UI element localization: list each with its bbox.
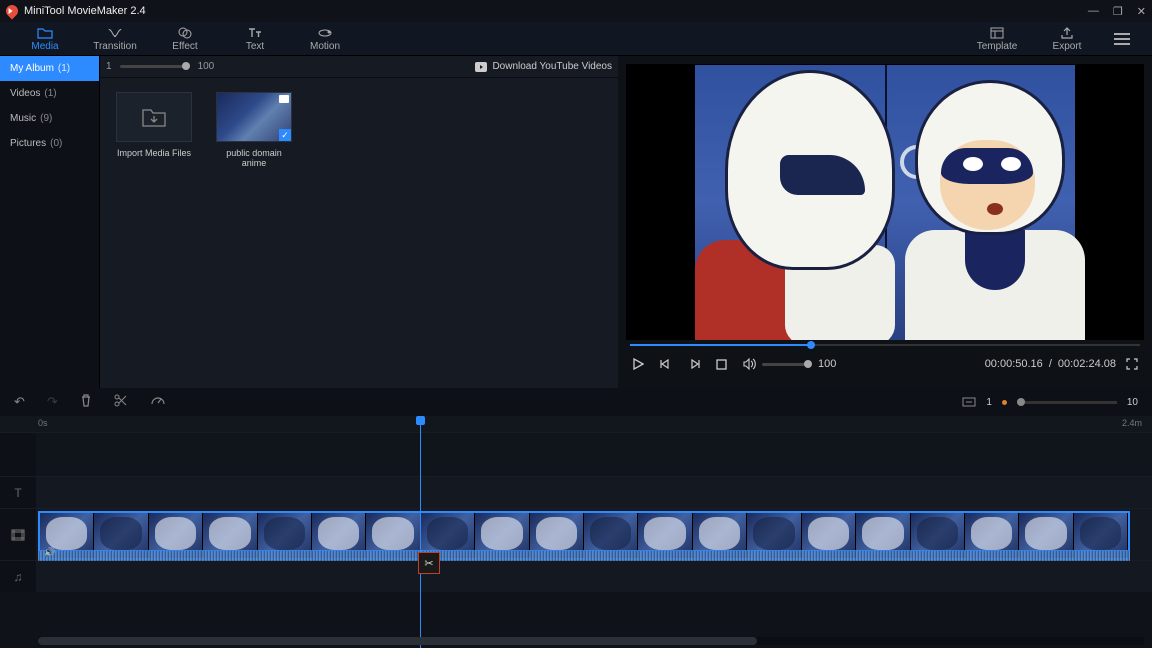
titlebar: MiniTool MovieMaker 2.4 — ❐ ✕ [0,0,1152,22]
minimize-button[interactable]: — [1088,5,1099,18]
preview-canvas [626,64,1144,340]
download-youtube-button[interactable]: Download YouTube Videos [475,61,612,72]
preview-panel: 100 00:00:50.16 / 00:02:24.08 [618,56,1152,388]
transition-icon [107,26,123,40]
sidebar-item-label: Pictures [10,138,46,149]
media-clip-label: public domain anime [214,148,294,168]
motion-icon [317,26,333,40]
tab-transition[interactable]: Transition [80,22,150,55]
media-panel: 1 100 Download YouTube Videos Import Med… [100,56,618,388]
timeline-zoom-max: 10 [1127,397,1138,408]
tab-text[interactable]: Text [220,22,290,55]
export-icon [1059,26,1075,40]
timeline-zoom-min: 1 [986,397,992,408]
timeline-toolbar: ↶ ↷ 1 10 [0,388,1152,416]
preview-scrubber[interactable] [626,342,1144,348]
playhead[interactable] [420,416,421,648]
sidebar-item-count: (1) [44,88,56,99]
split-marker[interactable]: ✂ [418,552,440,574]
volume-icon[interactable] [743,358,756,370]
timecode-sep: / [1049,358,1052,370]
tab-export-label: Export [1053,41,1082,52]
video-track-icon [0,509,36,560]
fullscreen-button[interactable] [1126,358,1138,370]
play-button[interactable] [632,358,644,370]
audio-track[interactable]: ♫ [0,560,1152,592]
ruler-start: 0s [38,418,48,428]
tab-effect-label: Effect [172,41,197,52]
timeline: 0s 2.4m T 🔊 ♫ ✂ [0,416,1152,648]
text-icon [247,26,263,40]
tab-motion[interactable]: Motion [290,22,360,55]
tab-transition-label: Transition [93,41,137,52]
tab-motion-label: Motion [310,41,340,52]
sidebar-item-videos[interactable]: Videos (1) [0,81,99,106]
timeline-zoom-slider[interactable] [1017,401,1117,404]
thumb-zoom-max: 100 [198,61,215,72]
maximize-button[interactable]: ❐ [1113,5,1123,18]
import-media-button[interactable]: Import Media Files [114,92,194,168]
tab-template[interactable]: Template [962,22,1032,55]
timecode-total: 00:02:24.08 [1058,358,1116,370]
tab-effect[interactable]: Effect [150,22,220,55]
time-ruler[interactable]: 0s 2.4m [0,416,1152,432]
speed-button[interactable] [150,394,166,410]
clip-volume-icon[interactable]: 🔊 [44,547,55,558]
sidebar-item-count: (0) [50,138,62,149]
import-media-label: Import Media Files [117,148,191,158]
effect-icon [177,26,193,40]
tab-media-label: Media [31,41,58,52]
split-button[interactable] [114,394,128,410]
thumb-zoom-min: 1 [106,61,112,72]
sidebar-item-pictures[interactable]: Pictures (0) [0,131,99,156]
undo-button[interactable]: ↶ [14,394,25,410]
prev-frame-button[interactable] [660,358,672,370]
volume-value: 100 [818,358,836,370]
ruler-end: 2.4m [1122,418,1142,428]
preview-frame-image [695,65,1075,340]
volume-slider[interactable] [762,363,812,366]
menu-button[interactable] [1102,22,1142,55]
main-toolbar: Media Transition Effect Text Motion Temp… [0,22,1152,56]
tab-template-label: Template [977,41,1018,52]
sidebar-item-label: Videos [10,88,40,99]
tab-export[interactable]: Export [1032,22,1102,55]
media-clip-item[interactable]: ✓ public domain anime [214,92,294,168]
import-folder-icon [141,106,167,128]
thumb-zoom-slider[interactable] [120,65,190,68]
next-frame-button[interactable] [688,358,700,370]
tab-media[interactable]: Media [10,22,80,55]
app-logo-icon [4,3,21,20]
sidebar-item-my-album[interactable]: My Album (1) [0,56,99,81]
hamburger-icon [1114,38,1130,40]
track-spacer [0,432,1152,476]
timeline-scrollbar[interactable] [38,637,1144,645]
app-title: MiniTool MovieMaker 2.4 [24,5,146,17]
template-icon [989,26,1005,40]
youtube-icon [475,62,487,72]
text-track[interactable]: T [0,476,1152,508]
audio-track-icon: ♫ [0,561,36,592]
folder-icon [37,26,53,40]
tab-text-label: Text [246,41,264,52]
fit-timeline-button[interactable] [962,397,976,407]
selected-check-icon: ✓ [279,129,291,141]
download-youtube-label: Download YouTube Videos [492,61,612,72]
timeline-zoom-dot-icon [1002,400,1007,405]
library-sidebar: My Album (1) Videos (1) Music (9) Pictur… [0,56,100,388]
sidebar-item-count: (9) [40,113,52,124]
text-track-icon: T [0,477,36,508]
sidebar-item-music[interactable]: Music (9) [0,106,99,131]
delete-button[interactable] [80,394,92,410]
sidebar-item-label: My Album [10,63,54,74]
stop-button[interactable] [716,359,727,370]
video-track[interactable]: 🔊 [0,508,1152,560]
sidebar-item-label: Music [10,113,36,124]
sidebar-item-count: (1) [58,63,70,74]
timecode-current: 00:00:50.16 [985,358,1043,370]
video-badge-icon [279,95,289,103]
close-button[interactable]: ✕ [1137,5,1146,18]
redo-button[interactable]: ↷ [47,394,58,410]
